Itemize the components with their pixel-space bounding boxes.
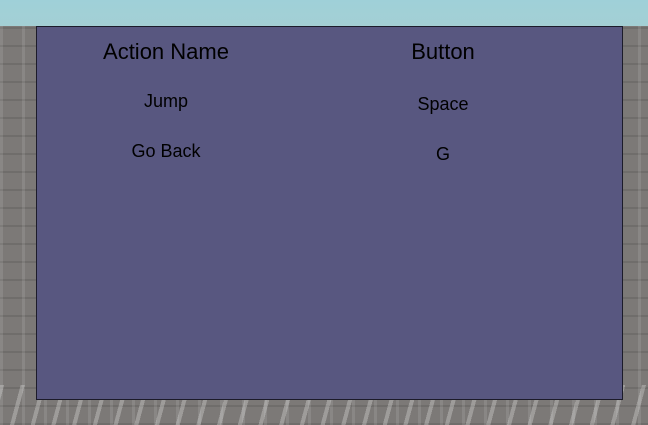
button-header: Button	[411, 39, 475, 64]
action-name-header: Action Name	[103, 39, 229, 64]
button-cell-space[interactable]: Space	[333, 94, 553, 115]
action-name-cell-go-back: Go Back	[131, 141, 201, 161]
action-name-cell-jump: Jump	[143, 91, 188, 111]
button-cell-g[interactable]: G	[333, 144, 553, 165]
keybind-panel: Action Name Button Jump Space Go Back G	[36, 26, 623, 400]
sky-backdrop	[0, 0, 648, 28]
